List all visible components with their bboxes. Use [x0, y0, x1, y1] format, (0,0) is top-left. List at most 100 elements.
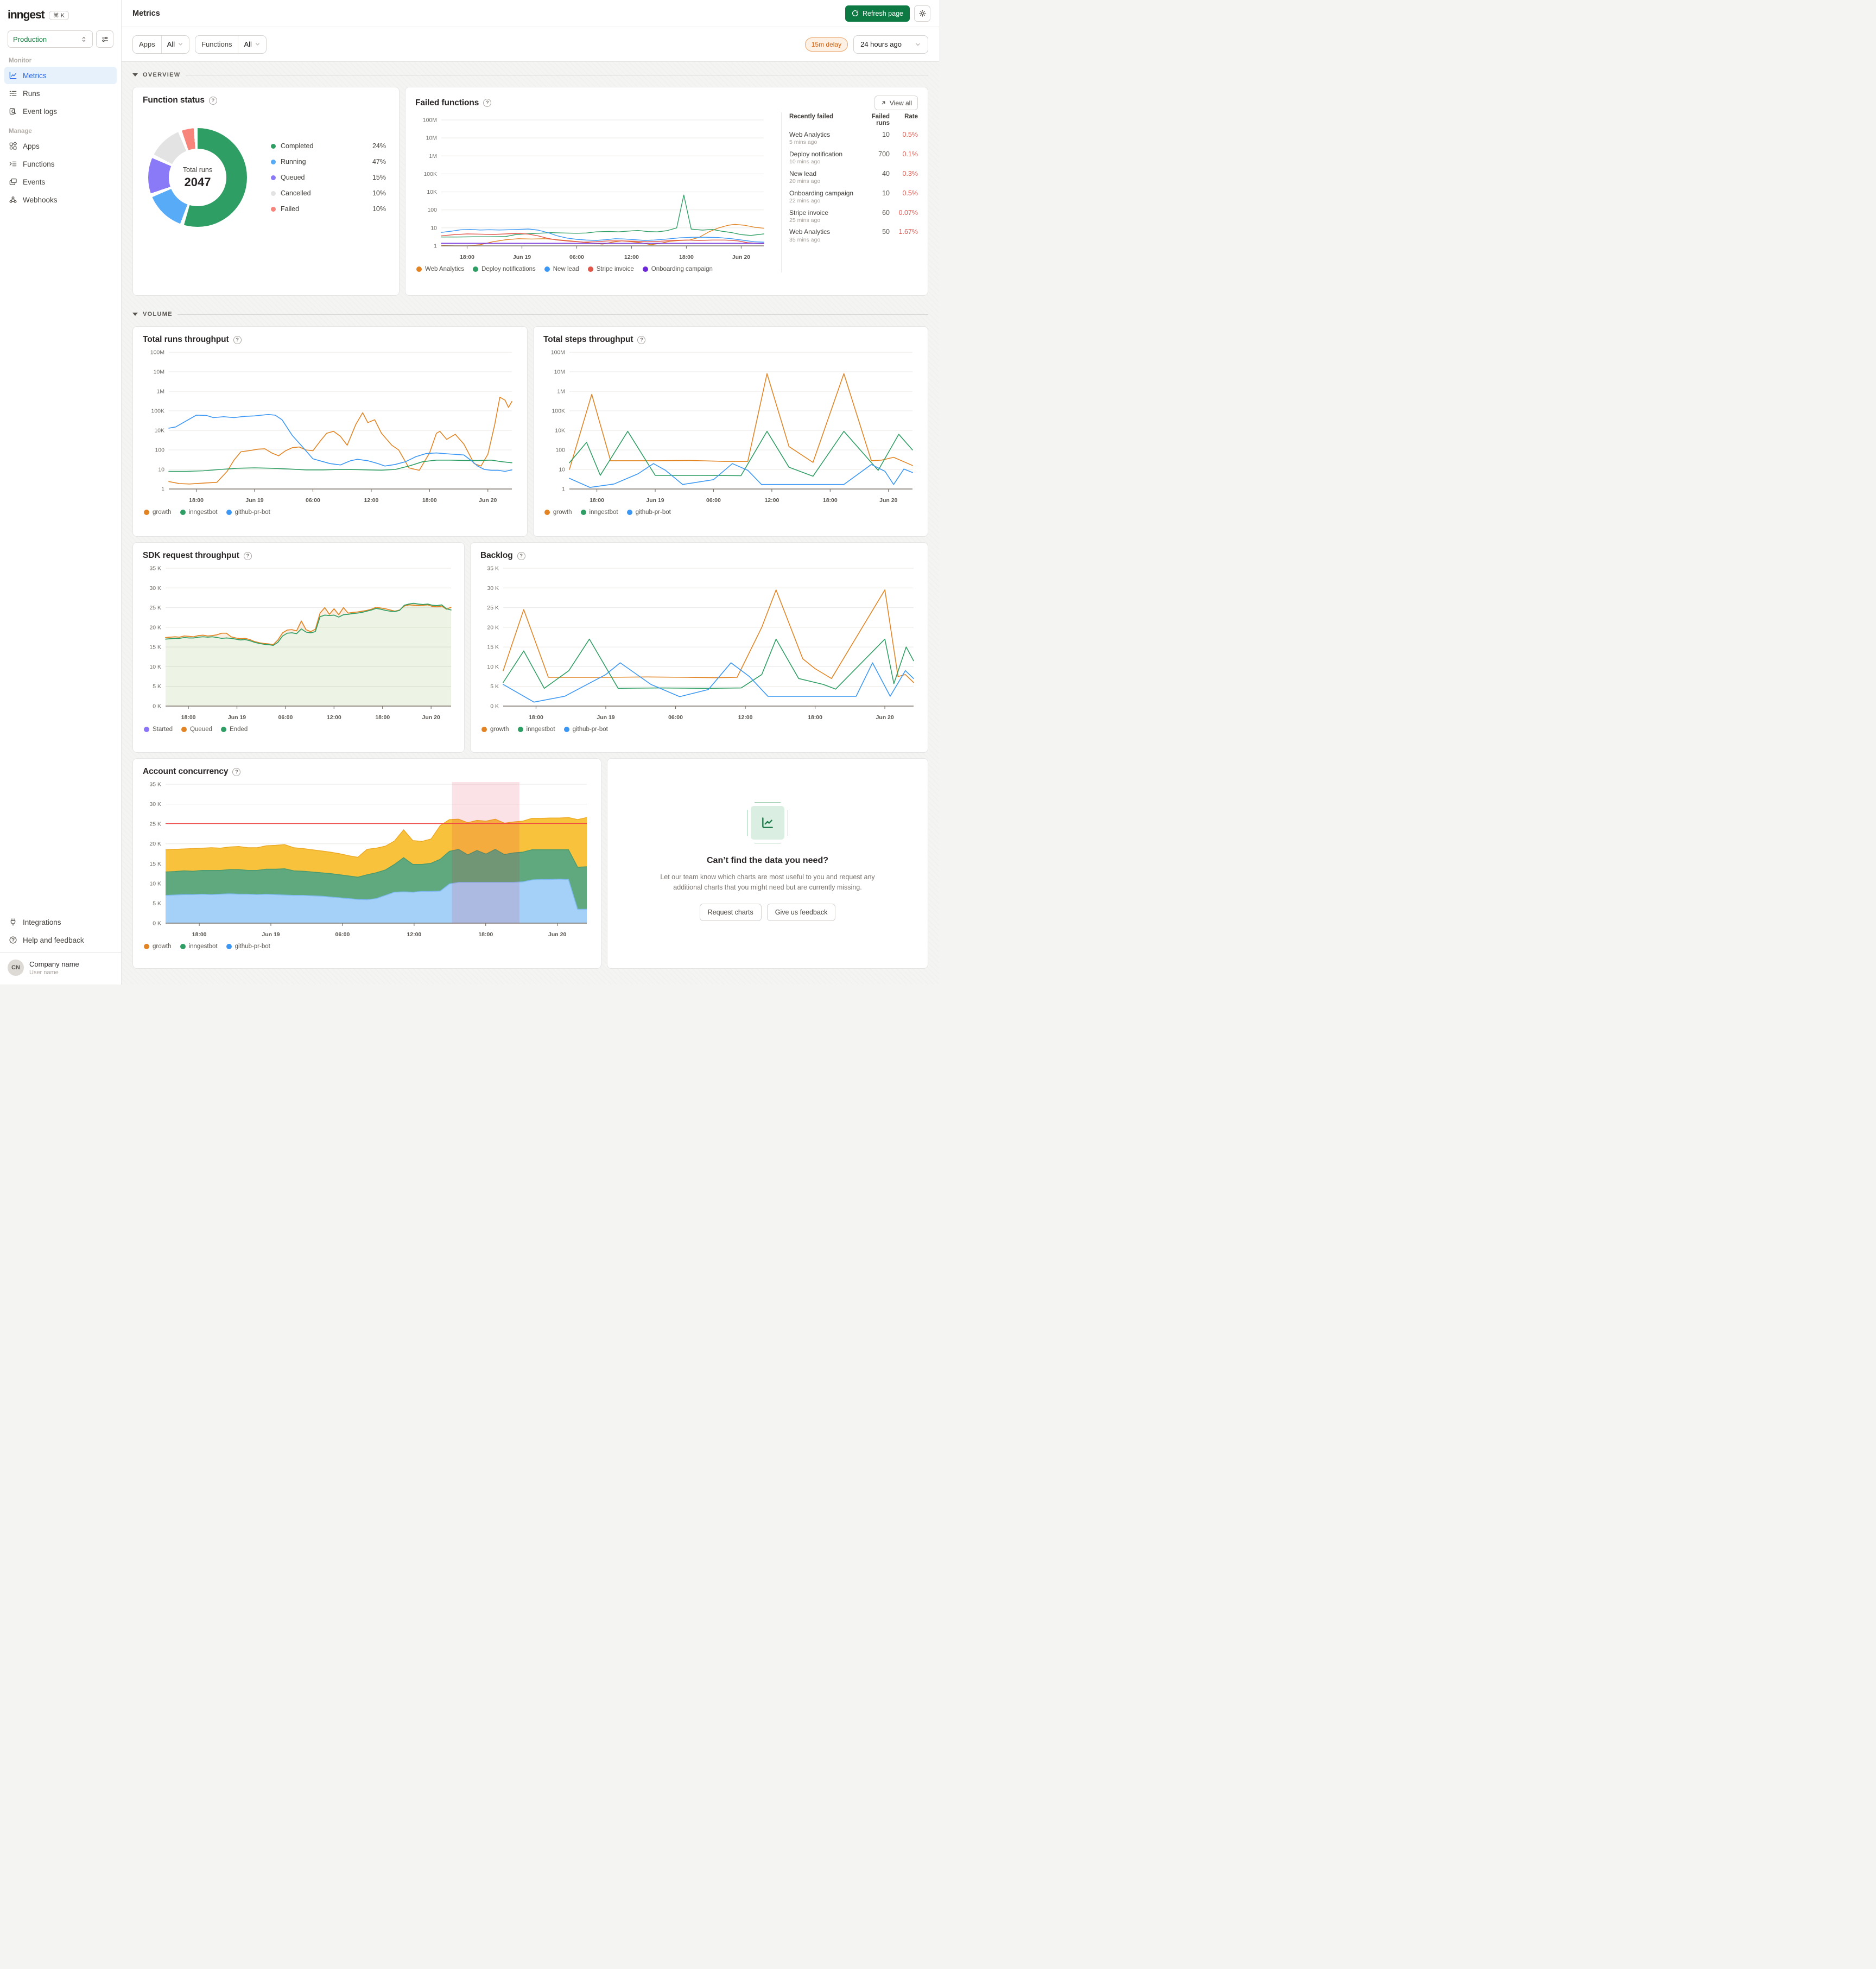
legend-dot-icon [181, 727, 187, 732]
svg-text:20 K: 20 K [149, 841, 161, 847]
recently-failed-row[interactable]: Web Analytics 5 mins ago 10 0.5% [789, 131, 918, 145]
sidebar-item-webhooks[interactable]: Webhooks [4, 191, 117, 208]
help-icon[interactable]: ? [208, 96, 217, 105]
time-range-value: 24 hours ago [860, 40, 902, 48]
help-icon[interactable]: ? [517, 551, 525, 560]
svg-text:10M: 10M [426, 135, 437, 142]
help-icon[interactable]: ? [233, 335, 242, 344]
legend-item-inngestbot: inngestbot [180, 943, 218, 950]
svg-text:10M: 10M [554, 369, 565, 376]
svg-text:35 K: 35 K [149, 782, 161, 788]
sidebar-item-apps[interactable]: Apps [4, 137, 117, 155]
sidebar-item-label: Runs [23, 89, 40, 98]
webhooks-icon [9, 195, 17, 204]
legend-item-new-lead: New lead [544, 266, 579, 272]
sidebar-item-event-logs[interactable]: Event logs [4, 103, 117, 120]
recently-failed-row[interactable]: Deploy notification 10 mins ago 700 0.1% [789, 150, 918, 165]
account-menu[interactable]: CN Company name User name [0, 952, 121, 984]
legend-item-inngestbot: inngestbot [517, 726, 555, 733]
time-range-select[interactable]: 24 hours ago [853, 35, 928, 54]
refresh-icon [852, 10, 859, 17]
failed-fn-time: 35 mins ago [789, 236, 821, 243]
failed-fn-runs: 10 [882, 131, 890, 138]
user-name: User name [29, 969, 59, 976]
legend-dot-icon [271, 159, 276, 164]
recently-failed-row[interactable]: Web Analytics 35 mins ago 50 1.67% [789, 228, 918, 243]
svg-text:1: 1 [161, 486, 164, 493]
sdk-request-chart: 35 K 30 K 25 K 20 K 15 K 10 K 5 K 0 K 18:00 Jun 1… [143, 564, 454, 724]
svg-text:100K: 100K [151, 408, 164, 415]
apps-filter[interactable]: Apps All [132, 35, 190, 54]
recently-failed-row[interactable]: Stripe invoice 25 mins ago 60 0.07% [789, 209, 918, 224]
recently-failed-row[interactable]: Onboarding campaign 22 mins ago 10 0.5% [789, 189, 918, 204]
svg-text:Jun 19: Jun 19 [228, 714, 246, 721]
company-name: Company name [29, 960, 79, 968]
function-status-donut: Total runs 2047 [148, 128, 247, 227]
sidebar-item-label: Apps [23, 142, 40, 150]
total-runs-chart: 100M 10M 1M 100K 10K 100 10 1 18:00 Jun 19 06:00 12… [143, 348, 517, 507]
functions-icon [9, 160, 17, 168]
sidebar-item-events[interactable]: Events [4, 173, 117, 190]
settings-button[interactable] [914, 5, 930, 22]
recently-failed-row[interactable]: New lead 20 mins ago 40 0.3% [789, 170, 918, 185]
total-steps-card: Total steps throughput ? 100M 10M 1M 100K 10… [533, 326, 928, 537]
account-concurrency-title: Account concurrency [143, 767, 229, 776]
sidebar-item-runs[interactable]: Runs [4, 85, 117, 102]
refresh-page-button[interactable]: Refresh page [845, 5, 910, 22]
manage-nav: Apps Functions Events Webhooks [0, 137, 121, 209]
legend-dot-icon [626, 510, 632, 515]
environment-filter-button[interactable] [96, 30, 113, 48]
failed-fn-name: Web Analytics [789, 228, 831, 236]
svg-text:1M: 1M [557, 389, 565, 395]
request-charts-button[interactable]: Request charts [699, 904, 762, 922]
sidebar-item-label: Integrations [23, 918, 61, 926]
help-icon[interactable]: ? [243, 551, 252, 560]
help-icon[interactable]: ? [637, 335, 646, 344]
inngest-logo: inngest [8, 9, 45, 21]
svg-text:18:00: 18:00 [590, 497, 604, 504]
legend-dot-icon [226, 510, 232, 515]
failed-fn-rate: 1.67% [898, 228, 918, 236]
give-feedback-button[interactable]: Give us feedback [766, 904, 836, 922]
svg-text:12:00: 12:00 [738, 714, 753, 721]
command-k-shortcut[interactable]: ⌘ K [48, 10, 69, 20]
svg-text:5 K: 5 K [490, 683, 499, 690]
legend-dot-icon [544, 266, 550, 272]
collapse-volume-icon[interactable] [132, 313, 138, 316]
environment-select[interactable]: Production [8, 30, 93, 48]
failed-fn-runs: 40 [882, 169, 890, 177]
svg-text:25 K: 25 K [149, 821, 161, 828]
svg-text:10K: 10K [154, 428, 164, 434]
view-all-button[interactable]: View all [874, 96, 918, 110]
svg-text:100M: 100M [551, 350, 565, 356]
event-logs-icon [9, 107, 17, 116]
functions-filter[interactable]: Functions All [195, 35, 267, 54]
legend-item-github-pr-bot: github-pr-bot [226, 943, 270, 950]
sidebar-item-metrics[interactable]: Metrics [4, 67, 117, 84]
svg-text:10: 10 [430, 225, 437, 231]
sdk-request-card: SDK request throughput ? 35 K 30 K 25 K 20 … [132, 542, 465, 753]
help-icon[interactable]: ? [232, 767, 241, 776]
svg-text:20 K: 20 K [487, 624, 499, 631]
status-label: Queued [281, 174, 305, 181]
backlog-title: Backlog [480, 551, 513, 560]
sidebar-item-integrations[interactable]: Integrations [4, 913, 117, 931]
legend-dot-icon [221, 727, 227, 732]
svg-text:Jun 20: Jun 20 [879, 497, 897, 504]
sidebar-item-label: Functions [23, 160, 55, 168]
status-legend-item: Cancelled 10% [271, 189, 386, 197]
legend-dot-icon [544, 510, 550, 515]
function-status-title: Function status [143, 96, 205, 105]
collapse-overview-icon[interactable] [132, 73, 138, 77]
sidebar-item-help-and-feedback[interactable]: Help and feedback [4, 931, 117, 949]
svg-text:30 K: 30 K [487, 585, 499, 592]
help-icon[interactable]: ? [483, 99, 492, 107]
sidebar-item-functions[interactable]: Functions [4, 155, 117, 173]
status-pct: 15% [372, 174, 386, 181]
feedback-body: Let our team know which charts are most … [660, 873, 875, 891]
svg-text:06:00: 06:00 [668, 714, 683, 721]
svg-text:Jun 19: Jun 19 [245, 497, 263, 504]
legend-dot-icon [473, 266, 479, 272]
sliders-icon [101, 35, 109, 43]
failed-fn-name: New lead [789, 169, 817, 177]
